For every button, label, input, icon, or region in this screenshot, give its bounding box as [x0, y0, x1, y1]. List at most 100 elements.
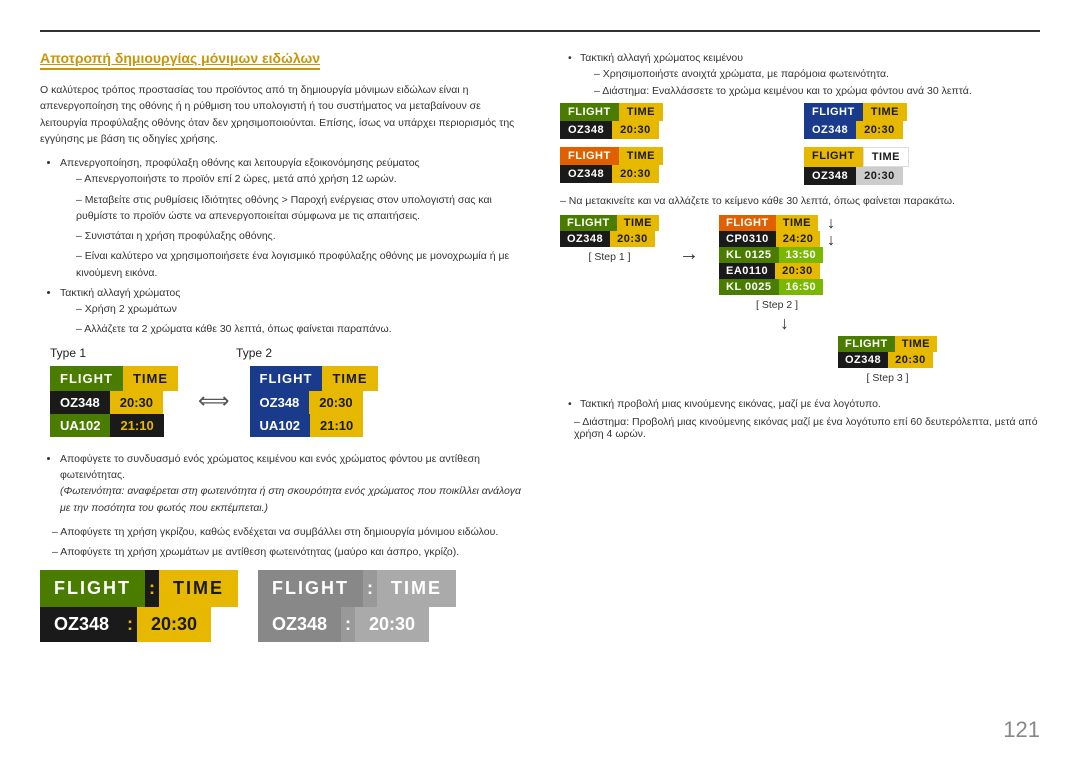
bb-gray-h-flight: FLIGHT [258, 570, 363, 607]
right-board-mr-header: FLIGHT TIME [804, 147, 1040, 167]
step3-board: FLIGHT TIME OZ348 20:30 [838, 336, 937, 368]
top-rule [40, 30, 1040, 32]
step1-header: FLIGHT TIME [560, 215, 659, 231]
right-mr-r1: OZ348 [804, 167, 856, 185]
step2-r4c2: 16:50 [779, 279, 824, 295]
type-labels: Type 1 Type 2 [50, 346, 530, 360]
step1-h1: FLIGHT [560, 215, 617, 231]
right-board-tr-header: FLIGHT TIME [804, 103, 1040, 121]
board1-header-time: TIME [123, 366, 178, 391]
sub-item-2a: Χρήση 2 χρωμάτων [76, 301, 530, 317]
board2-r2c2: 21:10 [310, 414, 363, 437]
swap-arrow: ⟺ [198, 388, 230, 414]
sub-item-2b: Αλλάζετε τα 2 χρώματα κάθε 30 λεπτά, όπω… [76, 321, 530, 337]
step2-row2: KL 0125 13:50 [719, 247, 823, 263]
board1-r1c2: 20:30 [110, 391, 163, 414]
bb-gray-h-dot: : [363, 570, 377, 607]
right-tl-h2: TIME [619, 103, 663, 121]
bb-dark-r-dot: : [123, 607, 137, 642]
flight-boards-row: FLIGHT TIME OZ348 20:30 UA102 21:10 ⟺ [50, 366, 530, 437]
right-ml-r2: 20:30 [612, 165, 659, 183]
board1-header: FLIGHT TIME [50, 366, 178, 391]
flight-board-type2: FLIGHT TIME OZ348 20:30 UA102 21:10 [250, 366, 378, 437]
right-board-tl: FLIGHT TIME OZ348 20:30 [560, 103, 796, 139]
step1-r1: OZ348 [560, 231, 610, 247]
type1-label: Type 1 [50, 346, 86, 360]
step1-board: FLIGHT TIME OZ348 20:30 [560, 215, 659, 247]
type2-label: Type 2 [236, 346, 272, 360]
left-bullet-list: Απενεργοποίηση, προφύλαξη οθόνης και λει… [40, 155, 530, 338]
bb-dark-r-time: 20:30 [137, 607, 211, 642]
bottom-board-dark-header: FLIGHT : TIME [40, 570, 238, 607]
step3-block: FLIGHT TIME OZ348 20:30 [ Step 3 ] [735, 336, 1040, 384]
bottom-boards-row: FLIGHT : TIME OZ348 : 20:30 FLIGHT : [40, 570, 530, 642]
step3-label: [ Step 3 ] [866, 372, 908, 384]
right-mr-h1: FLIGHT [804, 147, 863, 167]
step2-r2c1: KL 0125 [719, 247, 779, 263]
bullet-item-1: Απενεργοποίηση, προφύλαξη οθόνης και λει… [60, 155, 530, 281]
right-board-ml-row: OZ348 20:30 [560, 165, 796, 183]
step1-label: [ Step 1 ] [588, 251, 630, 263]
right-board-tr: FLIGHT TIME OZ348 20:30 [804, 103, 1040, 139]
right-sub1b: Διάστημα: Εναλλάσσετε το χρώμα κειμένου … [594, 83, 1040, 99]
board1-r2c1: UA102 [50, 414, 110, 437]
step2-header: FLIGHT TIME [719, 215, 823, 231]
right-bullet2-container: Τακτική προβολή μιας κινούμενης εικόνας,… [560, 396, 1040, 440]
step2-r4c1: KL 0025 [719, 279, 779, 295]
right-tr-r1: OZ348 [804, 121, 856, 139]
right-tl-r2: 20:30 [612, 121, 659, 139]
step1-block: FLIGHT TIME OZ348 20:30 [ Step 1 ] [560, 215, 659, 263]
step3-row: OZ348 20:30 [838, 352, 937, 368]
board2-r1c1: OZ348 [250, 391, 310, 414]
right-mr-r2: 20:30 [856, 167, 903, 185]
bb-gray-r-oz: OZ348 [258, 607, 341, 642]
step1-to-step2-arrow: → [679, 243, 699, 266]
right-tr-h2: TIME [863, 103, 907, 121]
sub-list-1: Απενεργοποιήστε το προϊόν επί 2 ώρες, με… [60, 171, 530, 281]
sub-list-2: Χρήση 2 χρωμάτων Αλλάζετε τα 2 χρώματα κ… [60, 301, 530, 338]
step2-r1c1: CP0310 [719, 231, 776, 247]
board1-row2: UA102 21:10 [50, 414, 178, 437]
board2-row2: UA102 21:10 [250, 414, 378, 437]
right-board-tr-row: OZ348 20:30 [804, 121, 1040, 139]
right-sub1a: Χρησιμοποιήστε ανοιχτά χρώματα, με παρόμ… [594, 66, 1040, 82]
right-ml-r1: OZ348 [560, 165, 612, 183]
right-ml-h1: FLIGHT [560, 147, 619, 165]
board1-r1c1: OZ348 [50, 391, 110, 414]
step2-h1: FLIGHT [719, 215, 776, 231]
right-tl-h1: FLIGHT [560, 103, 619, 121]
board1-r2c2: 21:10 [110, 414, 163, 437]
right-sub-list: Χρησιμοποιήστε ανοιχτά χρώματα, με παρόμ… [580, 66, 1040, 99]
right-tr-r2: 20:30 [856, 121, 903, 139]
board2-header-flight: FLIGHT [250, 366, 323, 391]
step2-r1c2: 24:20 [776, 231, 821, 247]
board2-row1: OZ348 20:30 [250, 391, 378, 414]
step2-row1: CP0310 24:20 [719, 231, 823, 247]
steps-row1: FLIGHT TIME OZ348 20:30 [ Step 1 ] → [560, 215, 1040, 311]
right-board-tl-header: FLIGHT TIME [560, 103, 796, 121]
bottom-board-dark-row: OZ348 : 20:30 [40, 607, 238, 642]
bottom-board-dark: FLIGHT : TIME OZ348 : 20:30 [40, 570, 238, 642]
right-tl-r1: OZ348 [560, 121, 612, 139]
right-board-ml-header: FLIGHT TIME [560, 147, 796, 165]
right-column: Τακτική αλλαγή χρώματος κειμένου Χρησιμο… [560, 50, 1040, 743]
dash2: Αποφύγετε τη χρήση χρωμάτων με αντίθεση … [52, 544, 530, 560]
dash1: Αποφύγετε τη χρήση γκρίζου, καθώς ενδέχε… [52, 524, 530, 540]
bb-gray-h-time: TIME [377, 570, 456, 607]
step3-h1: FLIGHT [838, 336, 895, 352]
bottom-board-gray: FLIGHT : TIME OZ348 : 20:30 [258, 570, 456, 642]
right-ml-h2: TIME [619, 147, 663, 165]
right-board-mr-row: OZ348 20:30 [804, 167, 1040, 185]
double-arrows: ↓ ↓ [827, 215, 835, 250]
step2-block: FLIGHT TIME CP0310 24:20 KL 0125 13:50 [719, 215, 835, 311]
step2-row4: KL 0025 16:50 [719, 279, 823, 295]
left-column: Αποτροπή δημιουργίας μόνιμων ειδώλων Ο κ… [40, 50, 530, 743]
sub-item-1a: Απενεργοποιήστε το προϊόν επί 2 ώρες, με… [76, 171, 530, 187]
step2-r3c2: 20:30 [775, 263, 820, 279]
right-bullet1: Τακτική αλλαγή χρώματος κειμένου Χρησιμο… [560, 50, 1040, 99]
board2-header-time: TIME [322, 366, 377, 391]
step2-row3: EA0110 20:30 [719, 263, 823, 279]
step1-row: OZ348 20:30 [560, 231, 659, 247]
step3-r2: 20:30 [888, 352, 933, 368]
right-mr-h2: TIME [863, 147, 909, 167]
